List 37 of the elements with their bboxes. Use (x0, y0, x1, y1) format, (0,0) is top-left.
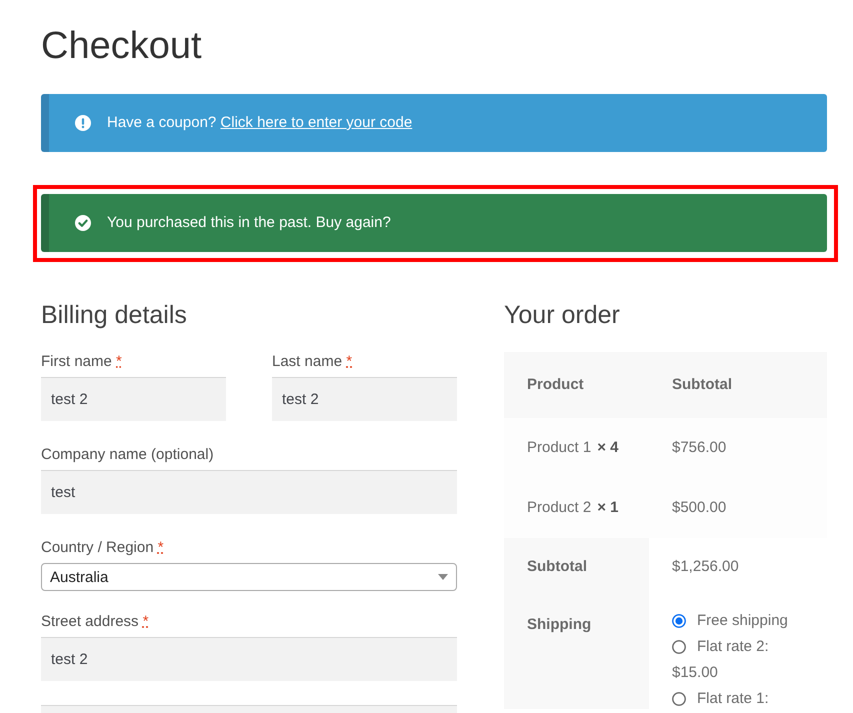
section-heading: Your order (504, 300, 621, 331)
text-field[interactable]: test 2 (41, 377, 226, 421)
text-field[interactable]: test 2 (41, 637, 457, 681)
section-heading: Billing details (41, 300, 188, 331)
total-value: $1,256.00 (649, 538, 827, 596)
item-quantity: × 4 (597, 439, 618, 456)
product-name: Product 2 (527, 499, 592, 516)
text-field[interactable]: test 2 (272, 377, 457, 421)
text-field[interactable]: test (41, 470, 457, 514)
total-label: Subtotal (504, 538, 649, 596)
check-circle-icon (75, 215, 91, 231)
radio-button[interactable] (672, 614, 686, 628)
select-field[interactable]: Australia (41, 563, 457, 591)
line-total: $756.00 (649, 418, 827, 478)
line-total: $500.00 (649, 478, 827, 538)
notice-text: You purchased this in the past. Buy again? (107, 213, 391, 233)
field-label: First name * (41, 352, 123, 372)
column-header: Product (504, 352, 649, 418)
radio-button[interactable] (672, 692, 686, 706)
field-label: Street address * (41, 612, 150, 632)
info-icon (75, 115, 91, 131)
page-title: Checkout (41, 24, 203, 69)
field-label: Company name (optional) (41, 445, 215, 465)
notice-text: Have a coupon? Click here to enter your code (107, 113, 412, 133)
shipping-price: $15.00 (672, 663, 719, 683)
text-field[interactable] (41, 705, 457, 713)
total-label: Shipping (504, 596, 649, 709)
column-header: Subtotal (649, 352, 827, 418)
caret-icon (438, 574, 448, 580)
shipping-option-label[interactable]: Flat rate 2: (697, 637, 769, 657)
radio-button[interactable] (672, 640, 686, 654)
field-label: Country / Region * (41, 538, 165, 558)
item-quantity: × 1 (597, 499, 618, 516)
field-label: Last name * (272, 352, 354, 372)
shipping-option-label[interactable]: Free shipping (697, 611, 788, 631)
shipping-option-label[interactable]: Flat rate 1: (697, 689, 769, 709)
product-name: Product 1 (527, 439, 592, 456)
